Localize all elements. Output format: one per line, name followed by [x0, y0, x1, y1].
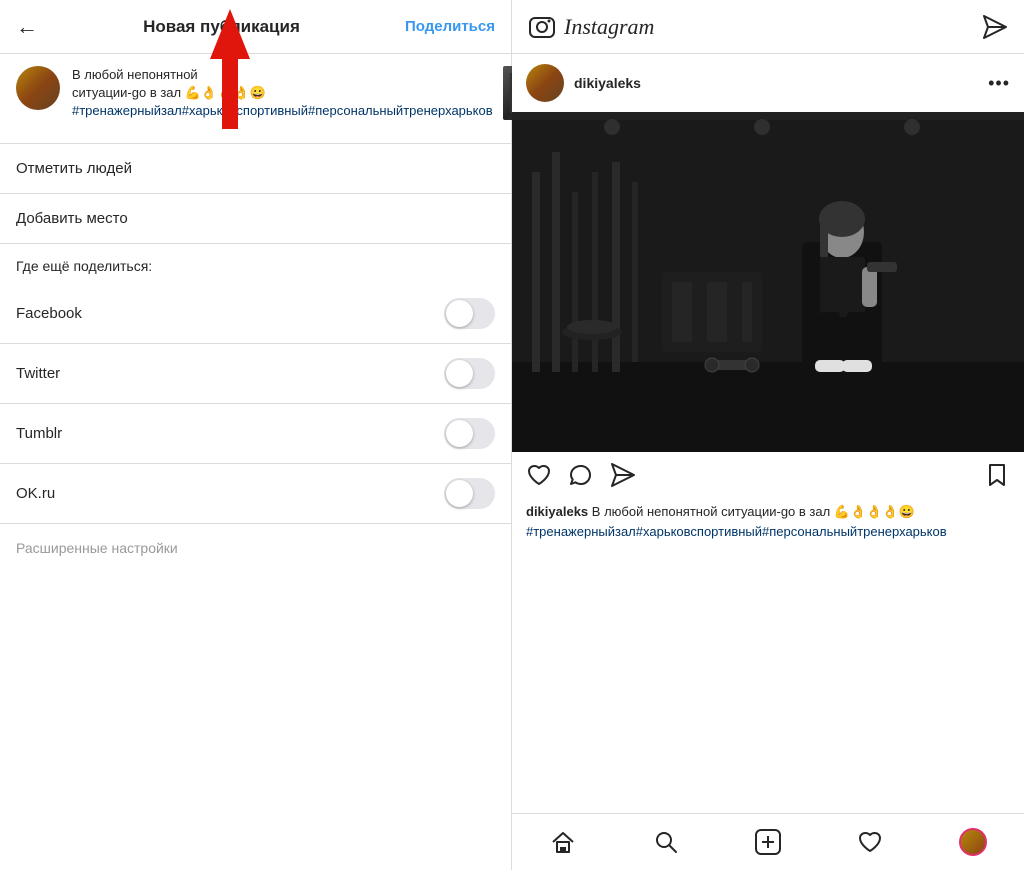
add-place-button[interactable]: Добавить место — [0, 194, 511, 244]
instagram-camera-icon — [528, 13, 556, 41]
instagram-logo-area: Instagram — [528, 13, 654, 41]
facebook-toggle[interactable] — [444, 298, 495, 329]
back-button[interactable]: ← — [16, 14, 38, 40]
okru-toggle-row: OK.ru — [0, 464, 511, 524]
share-icon[interactable] — [610, 462, 636, 488]
tumblr-label: Tumblr — [16, 425, 62, 442]
nav-heart-icon — [857, 829, 883, 855]
left-panel: ← Новая публикация Поделиться В любой не… — [0, 0, 512, 870]
tag-people-button[interactable]: Отметить людей — [0, 144, 511, 194]
like-icon[interactable] — [526, 462, 552, 488]
comment-icon[interactable] — [568, 462, 594, 488]
twitter-toggle-row: Twitter — [0, 344, 511, 404]
ig-profile-avatar — [959, 828, 987, 856]
caption-line1: В любой непонятной — [72, 67, 198, 82]
ig-caption-text: В любой непонятной ситуации-go в зал 💪👌👌… — [592, 504, 915, 519]
share-section-title: Где ещё поделиться: — [16, 258, 152, 274]
ig-post-user: dikiyaleks — [526, 64, 641, 102]
home-icon — [550, 829, 576, 855]
ig-user-avatar — [526, 64, 564, 102]
ig-caption-hashtags: #тренажерныйзал#харьковспортивный#персон… — [526, 524, 947, 539]
ig-bottom-nav — [512, 813, 1024, 870]
ig-caption-username[interactable]: dikiyaleks — [526, 504, 588, 519]
add-place-label: Добавить место — [16, 210, 128, 227]
ig-post-photo — [512, 112, 1024, 452]
advanced-settings-button[interactable]: Расширенные настройки — [0, 524, 511, 572]
ig-nav-search[interactable] — [642, 822, 690, 862]
okru-toggle[interactable] — [444, 478, 495, 509]
tumblr-toggle[interactable] — [444, 418, 495, 449]
avatar — [16, 66, 60, 110]
red-arrow-icon — [190, 4, 270, 134]
right-panel: Instagram dikiyaleks ••• — [512, 0, 1024, 870]
ig-username[interactable]: dikiyaleks — [574, 75, 641, 91]
instagram-header: Instagram — [512, 0, 1024, 54]
ig-nav-profile[interactable] — [949, 822, 997, 862]
gym-photo-illustration — [512, 112, 1024, 452]
facebook-toggle-row: Facebook — [0, 284, 511, 344]
post-caption: В любой непонятной ситуации-go в зал 💪👌👌… — [72, 66, 493, 121]
send-icon[interactable] — [982, 14, 1008, 40]
ig-nav-home[interactable] — [539, 822, 587, 862]
share-button[interactable]: Поделиться — [405, 18, 495, 35]
ig-caption: dikiyaleks В любой непонятной ситуации-g… — [512, 498, 1024, 551]
ig-actions — [512, 452, 1024, 498]
ig-nav-heart[interactable] — [846, 822, 894, 862]
twitter-label: Twitter — [16, 365, 60, 382]
ig-actions-left — [526, 462, 636, 488]
advanced-settings-label: Расширенные настройки — [16, 540, 178, 556]
search-icon — [653, 829, 679, 855]
twitter-toggle[interactable] — [444, 358, 495, 389]
ig-post-header: dikiyaleks ••• — [512, 54, 1024, 112]
tag-people-label: Отметить людей — [16, 160, 132, 177]
ig-more-button[interactable]: ••• — [988, 73, 1010, 94]
tumblr-toggle-row: Tumblr — [0, 404, 511, 464]
avatar-image — [16, 66, 60, 110]
facebook-label: Facebook — [16, 305, 82, 322]
caption-hashtags: #тренажерныйзал#харьковспортивный#персон… — [72, 103, 493, 118]
okru-label: OK.ru — [16, 485, 55, 502]
ig-nav-add[interactable] — [744, 822, 792, 862]
add-icon — [754, 828, 782, 856]
share-section-header: Где ещё поделиться: — [0, 244, 511, 284]
instagram-logo-text: Instagram — [564, 14, 654, 40]
bookmark-icon[interactable] — [984, 462, 1010, 488]
